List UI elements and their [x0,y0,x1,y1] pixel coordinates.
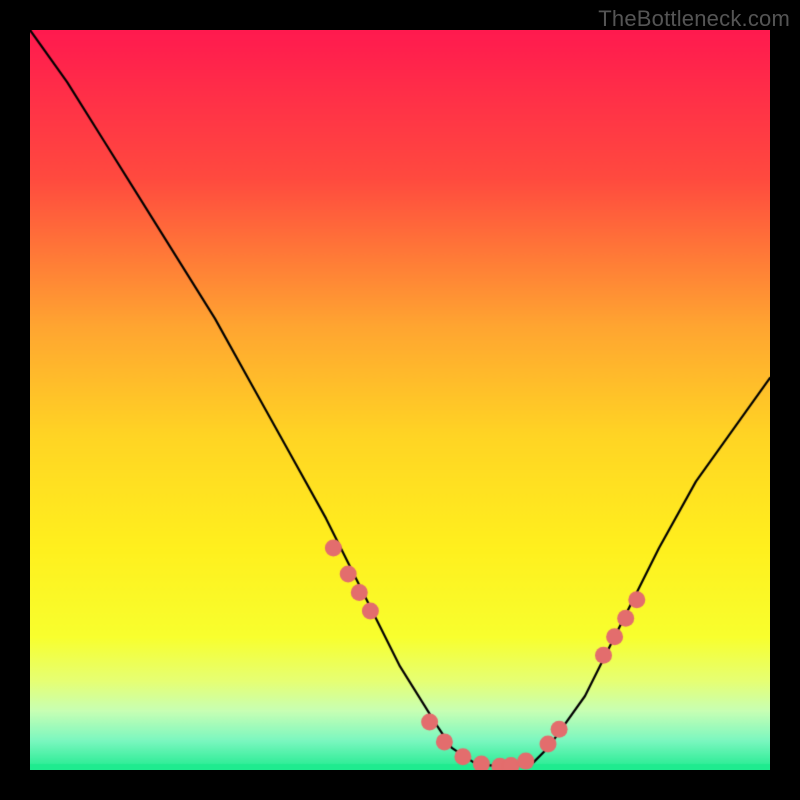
watermark-text: TheBottleneck.com [598,6,790,32]
chart-area [30,30,770,770]
chart-canvas [30,30,770,770]
